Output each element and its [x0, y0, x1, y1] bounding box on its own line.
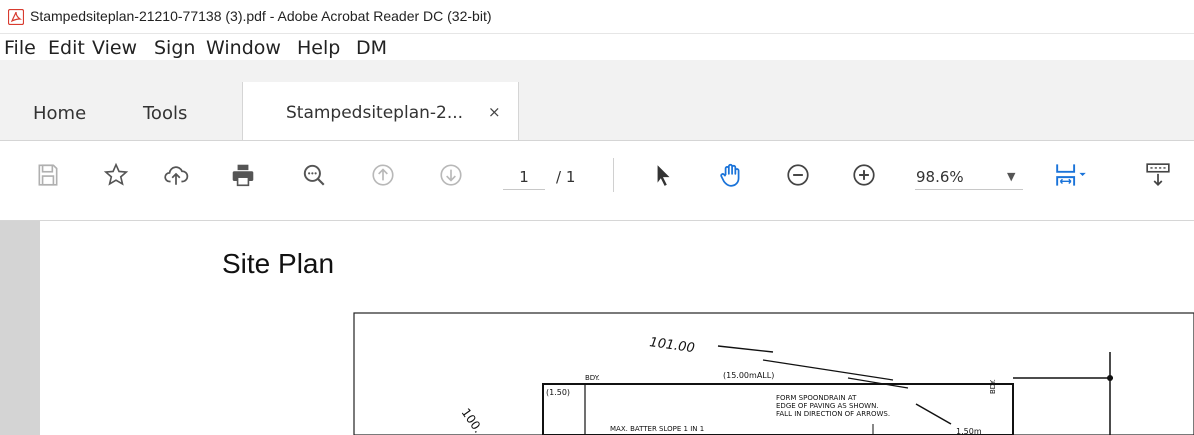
- search-zoom-icon: [303, 164, 325, 186]
- print-button[interactable]: [228, 160, 258, 190]
- toolbar-divider: [613, 158, 614, 192]
- batter-slope-label: MAX. BATTER SLOPE 1 IN 1: [610, 425, 704, 433]
- document-heading: Site Plan: [222, 248, 335, 279]
- fit-page-button[interactable]: [1049, 160, 1095, 190]
- zoom-out-icon: [787, 164, 809, 186]
- note-line-3: FALL IN DIRECTION OF ARROWS.: [776, 410, 890, 418]
- page-display-button[interactable]: [1143, 160, 1173, 190]
- offset-label: 1.50m: [956, 427, 982, 435]
- hand-tool-button[interactable]: [716, 160, 746, 190]
- zoom-out-button[interactable]: [783, 160, 813, 190]
- boundary-label-left: BDY.: [585, 374, 600, 382]
- select-tool-button[interactable]: [648, 160, 678, 190]
- menu-file[interactable]: File: [4, 37, 36, 59]
- page-count: / 1: [556, 168, 576, 186]
- menu-view[interactable]: View: [92, 37, 137, 59]
- next-page-button[interactable]: [436, 160, 466, 190]
- tab-bar: [0, 60, 1194, 141]
- title-bar: Stampedsiteplan-21210-77138 (3).pdf - Ad…: [0, 0, 1194, 34]
- close-tab-icon[interactable]: ×: [488, 103, 501, 121]
- site-plan-drawing: 101.00 100. BDY. (15.00mALL) (1.50) FORM…: [353, 312, 1194, 435]
- menu-edit[interactable]: Edit: [48, 37, 85, 59]
- navigation-pane-strip: [0, 221, 40, 435]
- boundary-label-right: BDY.: [989, 379, 997, 394]
- save-icon: [38, 164, 58, 186]
- zoom-in-icon: [853, 164, 875, 186]
- tab-home[interactable]: Home: [33, 103, 86, 124]
- tab-document[interactable]: Stampedsiteplan-2... ×: [242, 82, 519, 140]
- zoom-in-button[interactable]: [849, 160, 879, 190]
- previous-page-icon: [372, 164, 394, 186]
- menu-help[interactable]: Help: [297, 37, 340, 59]
- dimension-label: (15.00mALL): [723, 371, 774, 380]
- hand-tool-icon: [720, 163, 740, 187]
- upload-button[interactable]: [161, 160, 191, 190]
- star-icon: [103, 162, 129, 186]
- note-line-1: FORM SPOONDRAIN AT: [776, 394, 857, 402]
- menu-window[interactable]: Window: [206, 37, 281, 59]
- search-zoom-button[interactable]: [299, 160, 329, 190]
- menu-sign[interactable]: Sign: [154, 37, 195, 59]
- tab-document-label: Stampedsiteplan-2...: [286, 103, 464, 123]
- tab-tools[interactable]: Tools: [143, 103, 187, 124]
- page-display-icon: [1146, 163, 1170, 186]
- note-line-2: EDGE OF PAVING AS SHOWN.: [776, 402, 879, 410]
- next-page-icon: [440, 164, 462, 186]
- print-icon: [232, 164, 254, 187]
- chevron-down-icon: ▼: [1007, 170, 1016, 183]
- corner-label: (1.50): [546, 388, 570, 397]
- acrobat-reader-icon: [8, 9, 24, 25]
- cloud-upload-icon: [164, 166, 189, 185]
- menu-dm[interactable]: DM: [356, 37, 387, 59]
- bookmark-button[interactable]: [101, 160, 131, 190]
- fit-page-icon: [1056, 164, 1086, 186]
- zoom-level-value: 98.6%: [916, 168, 964, 186]
- menu-bar: File Edit View Sign Window Help DM: [0, 34, 1194, 60]
- select-arrow-icon: [657, 165, 670, 186]
- page-number-input[interactable]: 1: [503, 165, 545, 190]
- save-button[interactable]: [33, 160, 63, 190]
- previous-page-button[interactable]: [368, 160, 398, 190]
- zoom-level-dropdown[interactable]: 98.6% ▼: [915, 165, 1023, 190]
- window-title: Stampedsiteplan-21210-77138 (3).pdf - Ad…: [30, 8, 492, 24]
